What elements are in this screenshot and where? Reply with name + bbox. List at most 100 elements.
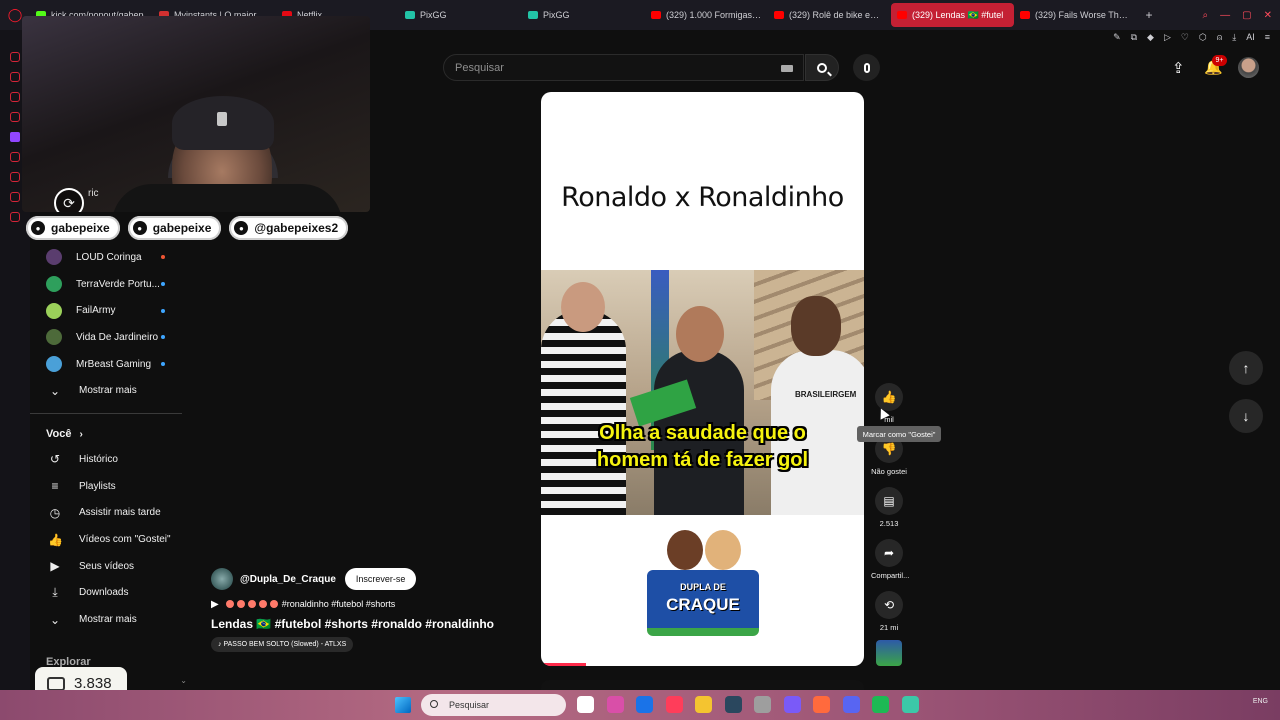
show-more-you[interactable]: ⌄ Mostrar mais	[30, 606, 185, 633]
sidebar-item-watch-later[interactable]: ◷ Assistir mais tarde	[30, 500, 185, 527]
social-handle: ● gabepeixe	[26, 216, 120, 240]
sidebar-item-history[interactable]: ↺ Histórico	[30, 446, 185, 473]
maximize-button[interactable]: ▢	[1242, 10, 1251, 21]
taskbar-app-icon[interactable]	[813, 696, 830, 713]
social-handle-label: gabepeixe	[152, 221, 212, 235]
browser-tab[interactable]: PixGG	[399, 3, 522, 27]
taskbar-app-icon[interactable]	[754, 696, 771, 713]
taskbar-app-icon[interactable]	[606, 696, 624, 713]
play-icon[interactable]: ▷	[1164, 32, 1171, 43]
short-video-frame: BRASILEIRGEM Olha a saudade que o homem …	[541, 270, 864, 515]
taskbar-app-icon[interactable]	[577, 696, 594, 713]
streamer-shirt	[112, 184, 342, 212]
extensions-icon[interactable]: ⬡	[1199, 32, 1207, 43]
account-avatar[interactable]	[1238, 57, 1259, 78]
browser-tab[interactable]: (329) 1.000 Formigas vs	[645, 3, 768, 27]
taskbar-app-icon[interactable]	[724, 696, 742, 713]
subscribe-button[interactable]: Inscrever-se	[344, 568, 417, 590]
search-tabs-icon[interactable]: ⌕	[1203, 10, 1209, 21]
browser-tab[interactable]: (329) Fails Worse Than L	[1014, 3, 1137, 27]
download-icon[interactable]: ⤓	[1232, 32, 1236, 43]
sidebar-subscription-item[interactable]: TerraVerde Portu...	[30, 271, 185, 298]
sidebar-item-playlists[interactable]: ≡ Playlists	[30, 473, 185, 500]
snapshot-icon[interactable]: ⧉	[1131, 32, 1137, 43]
webcam-overlay: ⟳ ric	[22, 16, 370, 212]
history-icon: ↺	[49, 452, 61, 467]
taskbar-app-icon[interactable]	[901, 696, 919, 713]
next-short-preview[interactable]	[541, 680, 864, 690]
short-title: Lendas 🇧🇷 #futebol #shorts #ronaldo #ron…	[211, 617, 494, 631]
channel-avatar	[46, 276, 62, 293]
sidebar-app-icon[interactable]	[10, 152, 20, 162]
sidebar-app-icon[interactable]	[10, 212, 20, 222]
windows-taskbar: Pesquisar ENG	[0, 690, 1280, 720]
short-player[interactable]: Ronaldo x Ronaldinho BRASILEIRGEM Olha a…	[541, 92, 864, 666]
tray-language[interactable]: ENG	[1253, 698, 1268, 705]
new-tab-button[interactable]: +	[1137, 8, 1161, 22]
sidebar-item-liked[interactable]: 👍 Vídeos com "Gostei"	[30, 526, 185, 553]
play-icon: ▶	[211, 598, 219, 610]
previous-short-button[interactable]: ↑	[1229, 351, 1263, 385]
sidebar-app-icon[interactable]	[10, 52, 20, 62]
search-input[interactable]: Pesquisar	[443, 54, 804, 81]
scroll-down-icon[interactable]: ⌄	[180, 676, 187, 685]
sidebar-item-downloads[interactable]: ⤓ Downloads	[30, 580, 185, 607]
channel-name[interactable]: @Dupla_De_Craque	[240, 574, 336, 585]
person-head	[791, 296, 841, 356]
comments-button[interactable]: ▤	[875, 487, 903, 515]
user-icon[interactable]: ⍝	[1217, 32, 1222, 43]
new-content-dot-icon	[161, 335, 165, 340]
hashtags[interactable]: #ronaldinho #futebol #shorts	[282, 599, 396, 609]
sidebar-app-icon[interactable]	[10, 192, 20, 202]
minimize-button[interactable]: —	[1220, 10, 1230, 21]
twitch-icon[interactable]	[10, 132, 20, 142]
browser-tab[interactable]: (329) Lendas 🇧🇷 #futel	[891, 3, 1014, 27]
music-chip[interactable]: ♪ PASSO BEM SOLTO (Slowed) - ATLXS	[211, 637, 354, 652]
windows-start-icon[interactable]	[395, 697, 411, 713]
taskbar-search[interactable]: Pesquisar	[421, 694, 566, 716]
taskbar-app-icon[interactable]	[872, 696, 889, 713]
chevron-down-icon: ⌄	[49, 383, 61, 398]
taskbar-app-icon[interactable]	[665, 696, 683, 713]
description-line[interactable]: ▶ #ronaldinho #futebol #shorts	[211, 597, 531, 611]
show-more-subscriptions[interactable]: ⌄ Mostrar mais	[30, 377, 185, 404]
sidebar-subscription-item[interactable]: Vida De Jardineiro	[30, 324, 185, 351]
browser-tab[interactable]: (329) Rolê de bike em Sc	[768, 3, 891, 27]
aria-ai-button[interactable]: AI	[1246, 32, 1255, 42]
heart-icon[interactable]: ♡	[1181, 32, 1189, 43]
short-progress-bar[interactable]	[541, 663, 864, 666]
browser-tab[interactable]: PixGG	[522, 3, 645, 27]
next-short-button[interactable]: ↓	[1229, 399, 1263, 433]
channel-avatar[interactable]	[211, 568, 233, 590]
sidebar-app-icon[interactable]	[10, 72, 20, 82]
menu-icon[interactable]: ≡	[1265, 32, 1270, 42]
taskbar-app-icon[interactable]	[695, 696, 712, 713]
upload-icon[interactable]: ⇪	[1172, 59, 1185, 77]
sidebar-item-your-videos[interactable]: ▶ Seus vídeos	[30, 553, 185, 580]
sidebar-subscription-item[interactable]: LOUD Coringa	[30, 244, 185, 271]
sidebar-subscription-item[interactable]: FailArmy	[30, 297, 185, 324]
like-button[interactable]: 👍	[875, 383, 903, 411]
you-section-header[interactable]: Você ›	[30, 422, 185, 446]
taskbar-app-icon[interactable]	[783, 696, 801, 713]
search-button[interactable]	[805, 54, 839, 81]
taskbar-app-icon[interactable]	[842, 696, 860, 713]
share-button[interactable]: ➦	[875, 539, 903, 567]
sidebar-app-icon[interactable]	[10, 172, 20, 182]
pin-icon[interactable]: ✎	[1113, 32, 1121, 43]
sidebar-app-icon[interactable]	[10, 92, 20, 102]
voice-search-button[interactable]	[853, 54, 880, 81]
shield-icon[interactable]: ◆	[1147, 32, 1154, 43]
sound-thumbnail[interactable]	[876, 640, 902, 666]
youtube-icon: ●	[31, 221, 45, 235]
youtube-guide: LOUD Coringa TerraVerde Portu... FailArmy V…	[30, 244, 187, 690]
keyboard-icon[interactable]	[781, 65, 793, 72]
close-window-button[interactable]: ✕	[1264, 10, 1272, 21]
remix-button[interactable]: ⟲	[875, 591, 903, 619]
taskbar-app-icon[interactable]	[636, 696, 653, 713]
sidebar-app-icon[interactable]	[10, 112, 20, 122]
sidebar-subscription-item[interactable]: MrBeast Gaming	[30, 351, 185, 378]
subscriptions-list: LOUD Coringa TerraVerde Portu... FailArmy V…	[30, 244, 185, 377]
video-caption: Olha a saudade que o homem tá de fazer g…	[541, 420, 864, 474]
comments-action: ▤ 2.513	[871, 487, 907, 535]
